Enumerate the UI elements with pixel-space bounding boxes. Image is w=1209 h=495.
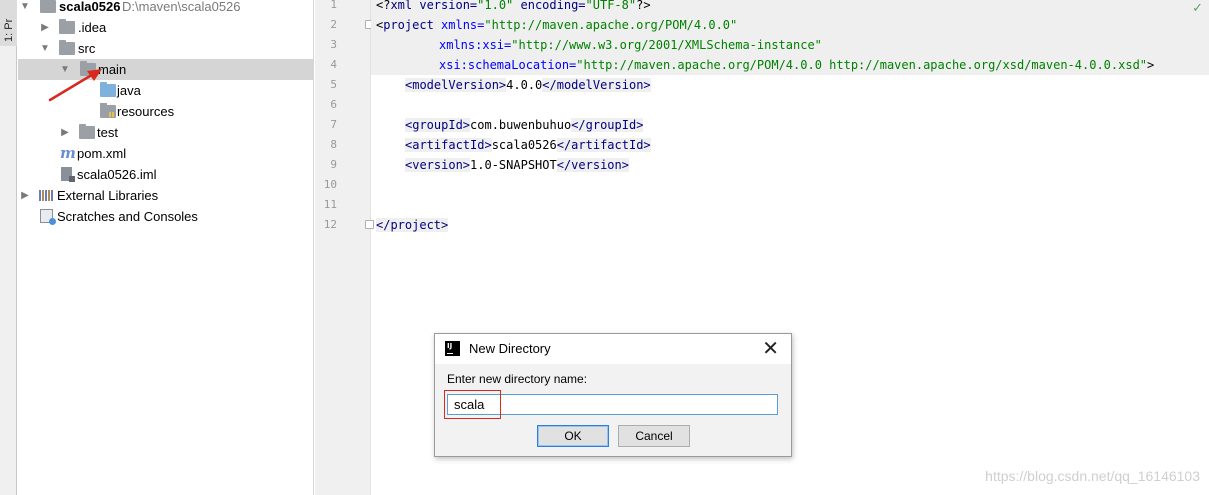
tree-item-label: scala0526.iml [77, 167, 157, 182]
xml-decl-version-value: "1.0" [477, 0, 514, 12]
line-number: 12 [323, 218, 337, 231]
tag-bracket: > [1147, 58, 1155, 72]
line-number: 8 [330, 138, 337, 151]
line-number: 10 [323, 178, 337, 191]
tree-item-iml[interactable]: scala0526.iml [18, 164, 314, 185]
tree-item-idea[interactable]: ▶ .idea [18, 17, 314, 38]
tag-text: 1.0-SNAPSHOT [470, 158, 557, 172]
chevron-down-icon[interactable]: ▼ [38, 38, 52, 59]
cancel-button[interactable]: Cancel [618, 425, 690, 447]
code-line-12: </project> [376, 215, 449, 235]
tree-item-label: Scratches and Consoles [57, 209, 198, 224]
line-number: 1 [330, 0, 337, 11]
chevron-right-icon[interactable]: ▶ [38, 17, 52, 38]
tree-root-label: scala0526 [59, 0, 121, 14]
tree-item-label: pom.xml [77, 146, 127, 161]
chevron-right-icon[interactable]: ▶ [58, 122, 72, 143]
module-folder-icon [40, 0, 56, 13]
tree-root-scala0526[interactable]: ▼ scala0526 D:\maven\scala0526 [18, 0, 314, 17]
tree-root-path: D:\maven\scala0526 [122, 0, 241, 14]
iml-file-icon [61, 167, 75, 182]
tree-item-src[interactable]: ▼ src [18, 38, 314, 59]
ok-button[interactable]: OK [537, 425, 609, 447]
code-line-8: <artifactId>scala0526</artifactId> [405, 135, 651, 155]
directory-name-input[interactable] [447, 394, 778, 415]
line-number: 5 [330, 78, 337, 91]
attr-value: "http://maven.apache.org/POM/4.0.0 http:… [576, 58, 1148, 72]
tag-name: project [383, 18, 442, 32]
tag-close: </modelVersion> [542, 78, 651, 92]
tag-close: </groupId> [571, 118, 644, 132]
project-tool-tab[interactable]: 1: Pr [0, 0, 17, 46]
code-line-7: <groupId>com.buwenbuhuo</groupId> [405, 115, 644, 135]
tree-item-label: External Libraries [57, 188, 159, 203]
attr-name: xmlns:xsi= [439, 38, 512, 52]
maven-icon: m [60, 144, 76, 162]
fold-marker-icon[interactable] [365, 220, 374, 229]
line-number: 7 [330, 118, 337, 131]
attr-value: "http://maven.apache.org/POM/4.0.0" [484, 18, 738, 32]
tree-item-label: src [78, 41, 96, 56]
line-number: 9 [330, 158, 337, 171]
xml-decl-encoding-value: "UTF-8" [585, 0, 637, 12]
tree-item-external-libraries[interactable]: ▶ External Libraries [18, 185, 314, 206]
intellij-app-icon: IJ [445, 341, 460, 356]
line-number: 3 [330, 38, 337, 51]
code-line-2: <project xmlns="http://maven.apache.org/… [376, 15, 737, 35]
tag-close: </version> [556, 158, 629, 172]
code-line-1: <?xml version="1.0" encoding="UTF-8"?> [376, 0, 651, 15]
tag-text: 4.0.0 [506, 78, 543, 92]
line-number: 4 [330, 58, 337, 71]
xml-decl-version-attr: xml version= [390, 0, 478, 12]
new-directory-dialog: IJ New Directory ✕ Enter new directory n… [434, 333, 792, 457]
directory-name-prompt: Enter new directory name: [447, 372, 588, 386]
folder-icon [59, 40, 75, 55]
tree-item-test[interactable]: ▶ test [18, 122, 314, 143]
dialog-titlebar[interactable]: IJ New Directory ✕ [435, 334, 791, 364]
tree-item-scratches[interactable]: Scratches and Consoles [18, 206, 314, 227]
xml-decl-open: <? [376, 0, 391, 12]
annotation-arrow [48, 69, 102, 102]
tree-item-label: java [117, 83, 141, 98]
tree-item-label: .idea [78, 20, 107, 35]
attr-name: xmlns= [441, 18, 485, 32]
code-line-9: <version>1.0-SNAPSHOT</version> [405, 155, 629, 175]
tag-close: </artifactId> [556, 138, 651, 152]
tool-window-strip: 1: Pr [0, 0, 17, 495]
watermark: https://blog.csdn.net/qq_16146103 [985, 468, 1200, 484]
tag-open: <artifactId> [405, 138, 492, 152]
xml-decl-encoding-attr: encoding= [513, 0, 586, 12]
close-icon[interactable]: ✕ [762, 337, 779, 359]
tree-item-pom[interactable]: m pom.xml [18, 143, 314, 164]
editor-gutter: 1 2 3 4 5 6 7 8 9 10 11 12 [315, 0, 374, 495]
dialog-title: New Directory [469, 341, 551, 356]
tag-close: </project> [376, 218, 449, 232]
inspection-ok-icon[interactable]: ✓ [1192, 0, 1203, 16]
xml-decl-close: ?> [636, 0, 651, 12]
tag-text: com.buwenbuhuo [470, 118, 572, 132]
tag-text: scala0526 [491, 138, 557, 152]
tree-item-label: resources [117, 104, 175, 119]
attr-name: xsi:schemaLocation= [439, 58, 577, 72]
scratches-icon [40, 209, 56, 225]
chevron-down-icon[interactable]: ▼ [18, 0, 32, 17]
attr-value: "http://www.w3.org/2001/XMLSchema-instan… [511, 38, 822, 52]
line-number: 2 [330, 18, 337, 31]
libraries-icon [39, 190, 54, 201]
tag-open: <groupId> [405, 118, 471, 132]
tag-open: <modelVersion> [405, 78, 507, 92]
folder-icon [79, 124, 95, 139]
code-line-5: <modelVersion>4.0.0</modelVersion> [405, 75, 651, 95]
code-line-4: xsi:schemaLocation="http://maven.apache.… [439, 55, 1154, 75]
chevron-right-icon[interactable]: ▶ [18, 185, 32, 206]
folder-icon [59, 19, 75, 34]
project-tool-tab-label: 1: Pr [3, 18, 15, 42]
tag-open: <version> [405, 158, 471, 172]
code-line-3: xmlns:xsi="http://www.w3.org/2001/XMLSch… [439, 35, 822, 55]
line-number: 11 [323, 198, 337, 211]
tree-item-label: test [97, 125, 118, 140]
line-number: 6 [330, 98, 337, 111]
